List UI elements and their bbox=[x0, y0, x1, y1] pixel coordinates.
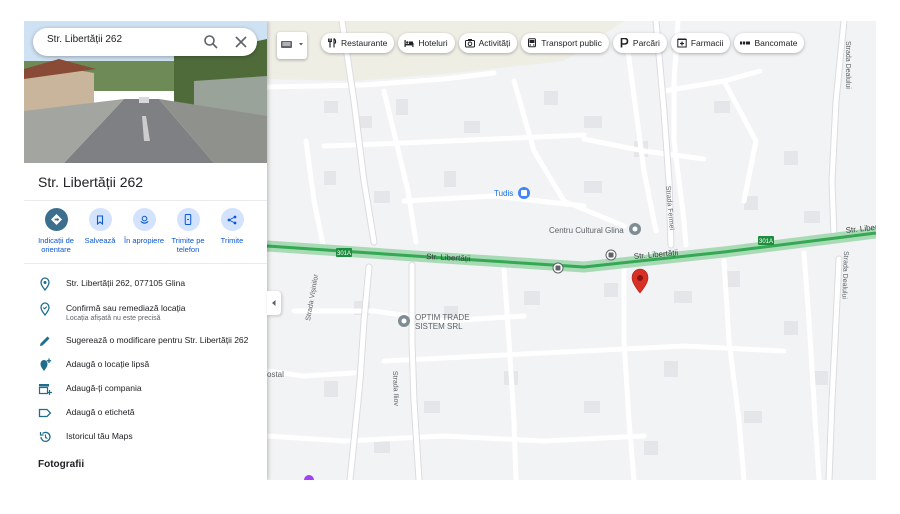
route-badge-left: 301A bbox=[336, 248, 352, 257]
maps-history-row[interactable]: Istoricul tău Maps bbox=[24, 428, 267, 448]
directions-icon bbox=[50, 214, 62, 225]
atm-icon bbox=[740, 41, 751, 45]
address-text: Str. Libertății 262, 077105 Glina bbox=[66, 278, 186, 288]
directions-label: Indicații de orientare bbox=[38, 236, 74, 254]
add-business-text: Adaugă-ți compania bbox=[66, 383, 142, 393]
category-chips: Restaurante Hoteluri Activități Transpor… bbox=[277, 32, 805, 59]
bus-icon bbox=[528, 38, 537, 48]
history-icon bbox=[39, 431, 51, 442]
collapse-panel-button[interactable] bbox=[267, 291, 281, 315]
route-badge-left-text: 301A bbox=[337, 251, 351, 257]
fork-knife-icon bbox=[328, 38, 337, 48]
chip-hotels[interactable]: Hoteluri bbox=[398, 33, 455, 53]
add-location-icon bbox=[40, 358, 52, 371]
confirm-location-subtext: Locația afișată nu este precisă bbox=[66, 315, 161, 322]
route-badge-right: 301A bbox=[758, 236, 774, 245]
save-label: Salvează bbox=[84, 236, 116, 245]
chip-hotels-label: Hoteluri bbox=[418, 38, 448, 48]
poi-optim-trade-label-1: OPTIM TRADE bbox=[415, 313, 470, 322]
store-add-icon bbox=[38, 384, 52, 395]
close-icon[interactable] bbox=[233, 34, 249, 50]
add-missing-place-text: Adaugă o locație lipsă bbox=[66, 359, 150, 369]
place-title: Str. Libertății 262 bbox=[38, 174, 144, 190]
chip-parking[interactable]: Parcări bbox=[612, 33, 667, 53]
camera-icon bbox=[464, 39, 475, 48]
add-missing-place-row[interactable]: Adaugă o locație lipsă bbox=[24, 356, 267, 376]
chip-restaurants-label: Restaurante bbox=[341, 38, 388, 48]
bed-icon bbox=[404, 40, 414, 47]
share-button[interactable]: Trimite bbox=[210, 208, 254, 260]
pharmacy-icon bbox=[677, 38, 687, 48]
chip-parking-label: Parcări bbox=[632, 38, 660, 48]
bus-stop-icon[interactable] bbox=[552, 262, 564, 274]
nearby-button[interactable]: În apropiere bbox=[122, 208, 166, 260]
pencil-icon bbox=[40, 336, 50, 346]
phone-icon bbox=[184, 214, 192, 225]
nearby-label: În apropiere bbox=[123, 236, 165, 245]
street-label-iliov: Strada Iliov bbox=[391, 371, 399, 407]
chip-activities[interactable]: Activități bbox=[458, 33, 518, 53]
google-maps-app: 301A 301A Str. Libertății Str. Libertăți… bbox=[24, 21, 876, 480]
chevron-left-icon bbox=[272, 300, 276, 306]
poi-tudis[interactable]: Tudis bbox=[494, 187, 530, 199]
share-icon bbox=[227, 215, 237, 224]
poi-centru-cultural-label: Centru Cultural Glina bbox=[549, 226, 624, 235]
route-badge-right-text: 301A bbox=[759, 239, 773, 245]
parking-icon bbox=[620, 38, 629, 48]
bookmark-icon bbox=[96, 214, 104, 225]
poi-optim-trade-label-2: SISTEM SRL bbox=[415, 322, 463, 331]
add-label-text: Adaugă o etichetă bbox=[66, 407, 135, 417]
chip-public-transport-label: Transport public bbox=[541, 38, 602, 48]
poi-tudis-label: Tudis bbox=[494, 189, 513, 198]
chip-pharmacies[interactable]: Farmacii bbox=[670, 33, 731, 53]
nearby-icon bbox=[139, 215, 149, 224]
keyboard-icon bbox=[281, 41, 303, 48]
search-input[interactable] bbox=[47, 34, 187, 45]
poi-postal-label: ostal bbox=[267, 370, 284, 379]
directions-button[interactable]: Indicații de orientare bbox=[34, 208, 78, 260]
address-row[interactable]: Str. Libertății 262, 077105 Glina bbox=[24, 275, 267, 295]
divider bbox=[24, 200, 267, 201]
confirm-location-text: Confirmă sau remediază locația bbox=[66, 303, 186, 313]
search-icon[interactable] bbox=[203, 34, 219, 50]
add-label-row[interactable]: Adaugă o etichetă bbox=[24, 404, 267, 424]
chip-restaurants[interactable]: Restaurante bbox=[321, 33, 395, 53]
chip-atm[interactable]: Bancomate bbox=[734, 33, 805, 53]
bus-stop-icon-2[interactable] bbox=[605, 249, 617, 261]
confirm-location-row[interactable]: Confirmă sau remediază locația Locația a… bbox=[24, 300, 267, 328]
chip-public-transport[interactable]: Transport public bbox=[521, 33, 609, 53]
confirm-location-icon bbox=[40, 302, 50, 316]
place-panel: Str. Libertății 262 Indicații de orienta… bbox=[24, 21, 267, 480]
chip-atm-label: Bancomate bbox=[754, 38, 798, 48]
location-icon bbox=[40, 277, 50, 291]
label-icon bbox=[38, 408, 52, 418]
street-label-dealului-top: Strada Dealului bbox=[844, 41, 851, 89]
action-buttons: Indicații de orientare Salvează În aprop… bbox=[34, 208, 258, 260]
suggest-edit-row[interactable]: Sugerează o modificare pentru Str. Liber… bbox=[24, 332, 267, 352]
search-box bbox=[33, 28, 257, 56]
photos-heading: Fotografii bbox=[38, 459, 85, 470]
send-to-phone-button[interactable]: Trimite pe telefon bbox=[166, 208, 210, 260]
chip-activities-label: Activități bbox=[478, 38, 511, 48]
save-button[interactable]: Salvează bbox=[78, 208, 122, 260]
maps-history-text: Istoricul tău Maps bbox=[66, 431, 133, 441]
layers-button[interactable] bbox=[277, 32, 307, 59]
share-label: Trimite bbox=[220, 236, 244, 245]
divider bbox=[24, 263, 267, 264]
suggest-edit-text: Sugerează o modificare pentru Str. Liber… bbox=[66, 335, 249, 345]
send-to-phone-label: Trimite pe telefon bbox=[171, 236, 205, 254]
chip-pharmacies-label: Farmacii bbox=[690, 38, 724, 48]
add-business-row[interactable]: Adaugă-ți compania bbox=[24, 380, 267, 400]
